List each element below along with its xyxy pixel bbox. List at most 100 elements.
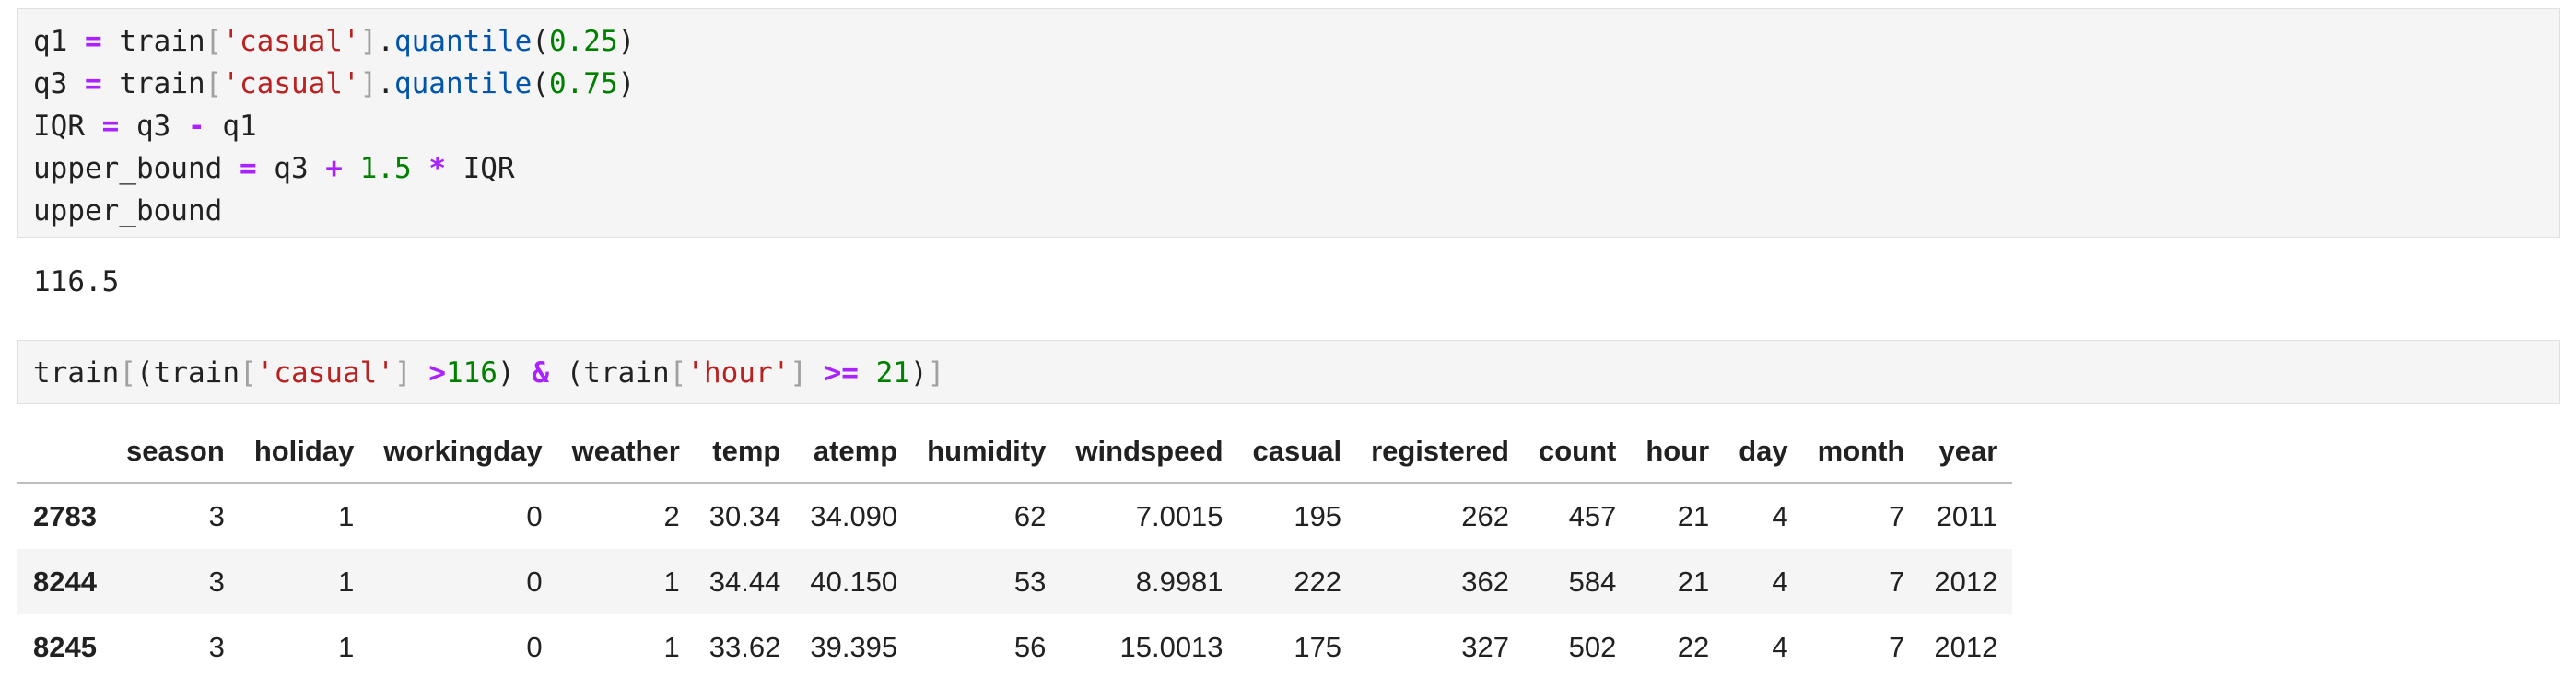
- table-cell: 34.090: [810, 499, 898, 532]
- table-cell: 327: [1461, 630, 1509, 663]
- table-cell: 362: [1461, 565, 1509, 598]
- table-cell: 1: [338, 499, 355, 532]
- code-token: ]: [393, 356, 412, 390]
- table-cell: 22: [1677, 630, 1710, 663]
- code-token: upper_bound: [33, 152, 240, 185]
- code-token: 0.75: [548, 67, 618, 100]
- cell-output-upper-bound: 116.5: [33, 265, 120, 298]
- table-row: 2783 3 1 0 2 30.34 34.090 62 7.0015 195 262 457 21 4 7…: [17, 483, 2012, 549]
- code-token: =: [239, 152, 257, 185]
- table-cell: 0: [526, 630, 543, 663]
- code-token: >: [428, 356, 446, 390]
- table-cell: 30.34: [708, 499, 781, 532]
- table-cell: 195: [1294, 499, 1342, 532]
- table-cell: 34.44: [708, 565, 781, 598]
- table-cell: 62: [1013, 499, 1047, 532]
- table-row: 8244 3 1 0 1 34.44 40.150 53 8.9981 222 362 584 21 4 7…: [17, 549, 2013, 614]
- code-token: quantile: [393, 67, 533, 100]
- table-cell: 2012: [1934, 565, 1998, 598]
- table-cell: 7.0015: [1135, 499, 1224, 532]
- column-header-casual: casual: [1237, 421, 1357, 484]
- table-cell: 1: [663, 630, 680, 663]
- code-token: &: [532, 356, 549, 390]
- table-cell: 56: [1013, 630, 1047, 663]
- code-token: q3: [256, 152, 326, 185]
- column-header-season: season: [111, 421, 240, 484]
- code-token: [: [239, 356, 257, 390]
- code-line: q3 = train['casual'].quantile(0.75): [33, 63, 2559, 105]
- column-header-registered: registered: [1356, 421, 1524, 484]
- table-cell: 1: [663, 565, 680, 598]
- table-cell: 2012: [1934, 630, 1998, 663]
- code-token: 'hour': [686, 356, 790, 390]
- code-token: ): [617, 25, 636, 58]
- code-token: ]: [359, 67, 378, 100]
- code-token: train: [33, 356, 120, 390]
- code-token: ]: [359, 25, 378, 58]
- table-cell: 3: [208, 630, 225, 663]
- table-cell: 175: [1294, 630, 1342, 663]
- column-header-workingday: workingday: [369, 421, 557, 484]
- row-index: 2783: [33, 499, 97, 532]
- code-token: train: [101, 25, 205, 58]
- code-cell-quantile[interactable]: q1 = train['casual'].quantile(0.25) q3 = …: [17, 8, 2560, 238]
- code-token: [: [669, 356, 687, 390]
- code-token: .: [377, 67, 394, 100]
- table-cell: 2: [663, 499, 680, 532]
- column-header-atemp: atemp: [795, 421, 913, 484]
- code-token: [: [119, 356, 136, 390]
- code-token: quantile: [393, 25, 533, 58]
- code-token: .: [377, 25, 394, 58]
- table-cell: 40.150: [810, 565, 898, 598]
- table-cell: 4: [1772, 499, 1788, 532]
- code-token: =: [85, 67, 102, 100]
- column-header-temp: temp: [694, 421, 796, 484]
- column-header-weather: weather: [556, 421, 695, 484]
- table-cell: 39.395: [810, 630, 898, 663]
- row-index: 8245: [33, 630, 97, 663]
- code-token: q3: [33, 67, 85, 100]
- code-token: (train: [136, 356, 240, 390]
- code-token: (: [532, 25, 549, 58]
- table-cell: 3: [208, 499, 225, 532]
- code-token: -: [187, 110, 205, 143]
- column-header-humidity: humidity: [912, 421, 1061, 484]
- table-cell: 7: [1889, 565, 1905, 598]
- column-header-day: day: [1724, 421, 1803, 484]
- code-token: ]: [790, 356, 807, 390]
- code-token: *: [428, 152, 446, 185]
- table-cell: 262: [1461, 499, 1509, 532]
- column-header-month: month: [1802, 421, 1920, 484]
- code-token: IQR: [445, 152, 515, 185]
- code-token: q3: [119, 110, 188, 143]
- column-header-holiday: holiday: [239, 421, 369, 484]
- row-index: 8244: [33, 565, 97, 598]
- code-token: ): [909, 356, 928, 390]
- table-row: 8245 3 1 0 1 33.62 39.395 56 15.0013 175 327 502 22 4…: [17, 614, 2012, 680]
- code-token: ): [497, 356, 533, 390]
- code-token: [: [205, 25, 223, 58]
- code-token: >=: [824, 356, 859, 390]
- code-token: +: [325, 152, 343, 185]
- code-line: q1 = train['casual'].quantile(0.25): [33, 20, 2559, 63]
- table-cell: 21: [1677, 565, 1710, 598]
- code-token: =: [85, 25, 102, 58]
- table-cell: 2011: [1936, 499, 1998, 532]
- table-cell: 8.9981: [1135, 565, 1224, 598]
- code-line: upper_bound: [33, 190, 2559, 232]
- code-cell-filter[interactable]: train[(train['casual'] >116) & (train['h…: [17, 340, 2560, 404]
- code-token: train: [101, 67, 205, 100]
- table-cell: 584: [1568, 565, 1617, 598]
- code-token: upper_bound: [33, 194, 223, 228]
- table-cell: 1: [338, 565, 355, 598]
- table-cell: 0: [526, 499, 543, 532]
- table-cell: 502: [1568, 630, 1617, 663]
- code-token: q1: [205, 110, 257, 143]
- table-cell: 3: [208, 565, 225, 598]
- table-cell: 4: [1772, 630, 1788, 663]
- column-header-windspeed: windspeed: [1060, 421, 1238, 484]
- table-cell: 457: [1568, 499, 1617, 532]
